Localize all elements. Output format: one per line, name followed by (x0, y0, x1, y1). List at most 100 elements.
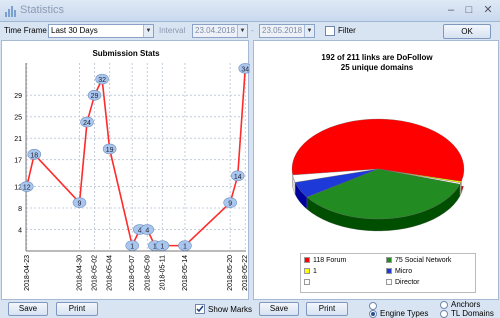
data-label: 9 (78, 201, 82, 208)
legend-label: 1 (313, 268, 317, 275)
x-tick-label: 2018-05-07 (129, 255, 136, 291)
legend-label: 118 Forum (313, 257, 347, 264)
time-frame-value: Last 30 Days (51, 26, 98, 35)
data-point: 12 (19, 181, 34, 192)
data-point: 1 (155, 240, 170, 251)
data-label: 1 (183, 244, 187, 251)
legend-swatch (386, 268, 392, 275)
data-label: 14 (234, 174, 242, 181)
data-label: 24 (83, 120, 91, 127)
save-chart-button[interactable]: Save (8, 302, 48, 316)
title-bar: Statistics – □ ✕ (0, 0, 500, 22)
legend-label: Director (395, 279, 420, 286)
data-point: 19 (102, 143, 117, 155)
chart-title: 192 of 211 links are DoFollow (321, 53, 433, 62)
bottom-bar: Save Print Show Marks Save Print Anchors… (0, 300, 500, 318)
y-tick-label: 17 (14, 158, 22, 165)
close-icon[interactable]: ✕ (480, 3, 496, 18)
data-label: 9 (228, 201, 232, 208)
y-tick-label: 8 (18, 206, 22, 213)
data-point: 24 (80, 116, 94, 128)
date-to-value: 23.05.2018 (262, 26, 303, 35)
anchors-radio[interactable] (440, 301, 448, 309)
date-separator: - (251, 26, 254, 35)
x-tick-label: 2018-04-23 (24, 255, 31, 291)
x-tick-label: 2018-05-20 (227, 255, 234, 291)
interval-label: Interval (159, 26, 186, 35)
data-point: 9 (223, 197, 237, 208)
x-tick-label: 2018-04-30 (76, 255, 83, 291)
data-label: 18 (30, 152, 38, 159)
maximize-icon[interactable]: □ (461, 3, 477, 18)
legend-item: 1 (304, 267, 317, 276)
legend-item: Micro (386, 267, 412, 276)
y-tick-label: 21 (14, 136, 22, 143)
x-tick-label: 2018-05-09 (144, 255, 151, 291)
anchors-radio-placeholder[interactable] (369, 302, 377, 310)
data-point: 4 (140, 224, 155, 235)
data-label: 4 (145, 228, 149, 235)
data-point: 18 (27, 149, 42, 160)
minimize-icon[interactable]: – (443, 3, 459, 18)
show-marks-label: Show Marks (208, 305, 253, 314)
submission-stats-chart: Submission Stats 2018-04-23 2018-04-30 2018… (14, 49, 250, 291)
date-to-picker[interactable]: 23.05.2018 ▼ (259, 24, 315, 38)
time-frame-select[interactable]: Last 30 Days ▼ (48, 24, 154, 38)
filter-checkbox[interactable] (325, 26, 335, 36)
legend-swatch (304, 279, 310, 286)
legend-item: 75 Social Network (386, 256, 451, 265)
legend-swatch (386, 279, 392, 286)
legend-item (304, 278, 313, 287)
data-point: 29 (87, 89, 102, 101)
data-point: 9 (72, 197, 87, 208)
x-tick-label: 2018-05-04 (107, 255, 114, 291)
chevron-down-icon[interactable]: ▼ (237, 25, 247, 37)
legend-label: Micro (395, 268, 413, 275)
data-label: 19 (106, 147, 114, 154)
filter-toolbar: Time Frame Last 30 Days ▼ Interval 23.04… (0, 22, 500, 40)
engine-types-label: Engine Types (380, 309, 429, 318)
x-tick-label: 2018-05-14 (182, 255, 189, 291)
chart-title: Submission Stats (92, 49, 160, 58)
ok-button[interactable]: OK (443, 24, 491, 39)
anchors-label: Anchors (451, 300, 481, 309)
x-tick-label: 2018-05-22 (242, 255, 249, 291)
print-pie-button[interactable]: Print (306, 302, 348, 316)
legend-swatch (304, 257, 310, 264)
date-from-picker[interactable]: 23.04.2018 ▼ (192, 24, 248, 38)
data-label: 32 (98, 77, 106, 84)
chevron-down-icon[interactable]: ▼ (304, 25, 314, 37)
data-label: 34 (241, 66, 249, 73)
legend-swatch (386, 257, 392, 264)
save-pie-button[interactable]: Save (259, 302, 299, 316)
data-point: 32 (95, 73, 109, 85)
legend-item: Director (386, 278, 420, 287)
checkmark-icon (196, 305, 204, 313)
data-label: 29 (91, 93, 99, 100)
data-point: 34 (238, 63, 250, 74)
statistics-app-icon (5, 6, 16, 17)
chart-subtitle: 25 unique domains (341, 63, 414, 72)
data-point: 1 (125, 240, 140, 251)
engine-types-radio[interactable] (369, 310, 377, 318)
x-tick-label: 2018-05-11 (159, 255, 166, 290)
legend-label: 75 Social Network (395, 257, 452, 264)
tl-domains-label: TL Domains (451, 309, 494, 318)
tl-domains-radio[interactable] (440, 310, 448, 318)
time-frame-label: Time Frame (4, 26, 47, 35)
submission-stats-panel: Submission Stats 2018-04-23 2018-04-30 2018… (1, 40, 250, 300)
show-marks-checkbox[interactable] (195, 304, 205, 314)
data-label: 12 (23, 185, 31, 192)
print-chart-button[interactable]: Print (56, 302, 98, 316)
chevron-down-icon[interactable]: ▼ (143, 25, 153, 37)
link-types-panel: 192 of 211 links are DoFollow 25 unique d… (253, 40, 499, 300)
x-tick-label: 2018-05-02 (92, 255, 99, 291)
legend-swatch (304, 268, 310, 275)
y-tick-label: 29 (14, 93, 22, 100)
window-title: Statistics (20, 4, 65, 16)
data-label: 1 (160, 244, 164, 251)
date-from-value: 23.04.2018 (195, 26, 236, 35)
data-point: 1 (178, 240, 192, 251)
legend-item: 118 Forum (304, 256, 346, 265)
y-tick-label: 4 (18, 228, 22, 235)
